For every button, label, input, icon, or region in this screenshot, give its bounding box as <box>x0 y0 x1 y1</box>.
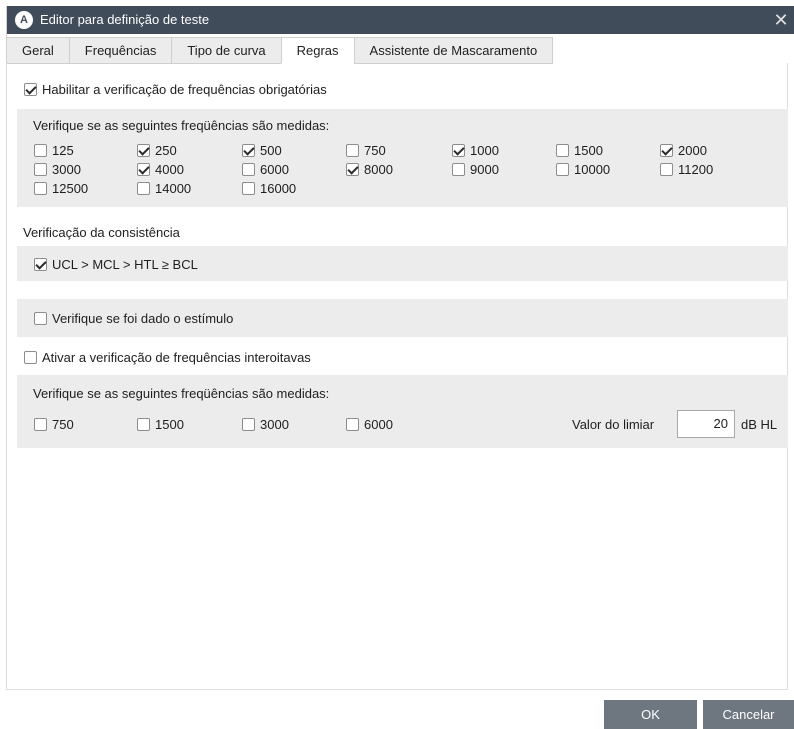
freq-750-option[interactable]: 750 <box>346 143 386 158</box>
freq-1000-checkbox[interactable] <box>452 144 465 157</box>
freq-label: 14000 <box>155 181 192 196</box>
tab-regras[interactable]: Regras <box>280 37 354 64</box>
freq-4000-option[interactable]: 4000 <box>137 162 184 177</box>
freq-label: 3000 <box>52 162 81 177</box>
freq-14000-option[interactable]: 14000 <box>137 181 191 196</box>
app-logo-icon: A <box>15 11 33 29</box>
freq-6000-option[interactable]: 6000 <box>242 162 289 177</box>
freq-label: 1000 <box>470 143 499 158</box>
freq-label: 9000 <box>470 162 499 177</box>
interoctave-750-checkbox[interactable] <box>34 418 47 431</box>
freq-label: 12500 <box>52 181 89 196</box>
consistency-heading: Verificação da consistência <box>23 225 180 240</box>
freq-750-checkbox[interactable] <box>346 144 359 157</box>
ok-button[interactable]: OK <box>604 700 697 729</box>
freq-125-option[interactable]: 125 <box>34 143 74 158</box>
freq-11200-checkbox[interactable] <box>660 163 673 176</box>
tab-bar: Geral Frequências Tipo de curva Regras A… <box>6 37 554 64</box>
mandatory-frequencies-panel: Verifique se as seguintes freqüências sã… <box>17 109 788 207</box>
interoctave-3000-checkbox[interactable] <box>242 418 255 431</box>
stimulus-checkbox[interactable] <box>34 312 47 325</box>
freq-9000-checkbox[interactable] <box>452 163 465 176</box>
freq-label: 6000 <box>260 162 289 177</box>
freq-9000-option[interactable]: 9000 <box>452 162 499 177</box>
freq-10000-checkbox[interactable] <box>556 163 569 176</box>
interoctave-6000-checkbox[interactable] <box>346 418 359 431</box>
freq-10000-option[interactable]: 10000 <box>556 162 610 177</box>
freq-8000-option[interactable]: 8000 <box>346 162 393 177</box>
close-icon[interactable]: ✕ <box>767 6 794 34</box>
freq-500-checkbox[interactable] <box>242 144 255 157</box>
freq-3000-option[interactable]: 3000 <box>34 162 81 177</box>
freq-2000-checkbox[interactable] <box>660 144 673 157</box>
freq-label: 6000 <box>364 417 393 432</box>
cancel-button[interactable]: Cancelar <box>703 700 794 729</box>
freq-label: 16000 <box>260 181 297 196</box>
freq-250-option[interactable]: 250 <box>137 143 177 158</box>
mandatory-enable-checkbox[interactable] <box>24 83 37 96</box>
window-title: Editor para definição de teste <box>40 12 210 27</box>
consistency-rule-checkbox[interactable] <box>34 258 47 271</box>
freq-12500-option[interactable]: 12500 <box>34 181 88 196</box>
freq-11200-option[interactable]: 11200 <box>660 162 713 177</box>
interoctave-750-option[interactable]: 750 <box>34 417 74 432</box>
title-bar[interactable]: A Editor para definição de teste ✕ <box>7 6 794 34</box>
mandatory-panel-heading: Verifique se as seguintes freqüências sã… <box>33 118 330 133</box>
freq-6000-checkbox[interactable] <box>242 163 255 176</box>
tab-tipo-de-curva[interactable]: Tipo de curva <box>171 37 281 64</box>
freq-label: 250 <box>155 143 177 158</box>
freq-label: 11200 <box>678 162 714 177</box>
consistency-rule-option[interactable]: UCL > MCL > HTL ≥ BCL <box>34 257 198 272</box>
freq-3000-checkbox[interactable] <box>34 163 47 176</box>
freq-label: 125 <box>52 143 74 158</box>
freq-label: 8000 <box>364 162 393 177</box>
freq-1500-checkbox[interactable] <box>556 144 569 157</box>
threshold-unit: dB HL <box>741 417 778 432</box>
freq-label: 500 <box>260 143 282 158</box>
stimulus-label: Verifique se foi dado o estímulo <box>52 311 234 326</box>
freq-label: 750 <box>364 143 386 158</box>
freq-8000-checkbox[interactable] <box>346 163 359 176</box>
freq-1000-option[interactable]: 1000 <box>452 143 499 158</box>
interoctave-1500-option[interactable]: 1500 <box>137 417 184 432</box>
freq-label: 1500 <box>155 417 184 432</box>
freq-label: 2000 <box>678 143 707 158</box>
mandatory-check-row[interactable]: Habilitar a verificação de frequências o… <box>24 82 327 97</box>
freq-12500-checkbox[interactable] <box>34 182 47 195</box>
threshold-input[interactable]: 20 <box>677 410 735 438</box>
interoctave-check-row[interactable]: Ativar a verificação de frequências inte… <box>24 350 311 365</box>
freq-500-option[interactable]: 500 <box>242 143 282 158</box>
threshold-label: Valor do limiar <box>572 417 655 432</box>
freq-16000-option[interactable]: 16000 <box>242 181 296 196</box>
interoctave-enable-label: Ativar a verificação de frequências inte… <box>42 350 311 365</box>
tab-frequencias[interactable]: Frequências <box>68 37 172 64</box>
tab-assistente-de-mascaramento[interactable]: Assistente de Mascaramento <box>353 37 554 64</box>
interoctave-enable-checkbox[interactable] <box>24 351 37 364</box>
mandatory-enable-label: Habilitar a verificação de frequências o… <box>42 82 327 97</box>
freq-125-checkbox[interactable] <box>34 144 47 157</box>
freq-label: 3000 <box>260 417 289 432</box>
freq-label: 10000 <box>574 162 611 177</box>
freq-250-checkbox[interactable] <box>137 144 150 157</box>
stimulus-option[interactable]: Verifique se foi dado o estímulo <box>34 311 233 326</box>
freq-label: 1500 <box>574 143 603 158</box>
interoctave-panel-heading: Verifique se as seguintes freqüências sã… <box>33 386 330 401</box>
interoctave-3000-option[interactable]: 3000 <box>242 417 289 432</box>
freq-16000-checkbox[interactable] <box>242 182 255 195</box>
freq-1500-option[interactable]: 1500 <box>556 143 603 158</box>
freq-14000-checkbox[interactable] <box>137 182 150 195</box>
freq-2000-option[interactable]: 2000 <box>660 143 707 158</box>
interoctave-frequencies-panel: Verifique se as seguintes freqüências sã… <box>17 375 788 448</box>
freq-label: 4000 <box>155 162 184 177</box>
consistency-rule-label: UCL > MCL > HTL ≥ BCL <box>52 257 198 272</box>
freq-label: 750 <box>52 417 74 432</box>
tab-geral[interactable]: Geral <box>6 37 69 64</box>
freq-4000-checkbox[interactable] <box>137 163 150 176</box>
interoctave-6000-option[interactable]: 6000 <box>346 417 393 432</box>
interoctave-1500-checkbox[interactable] <box>137 418 150 431</box>
